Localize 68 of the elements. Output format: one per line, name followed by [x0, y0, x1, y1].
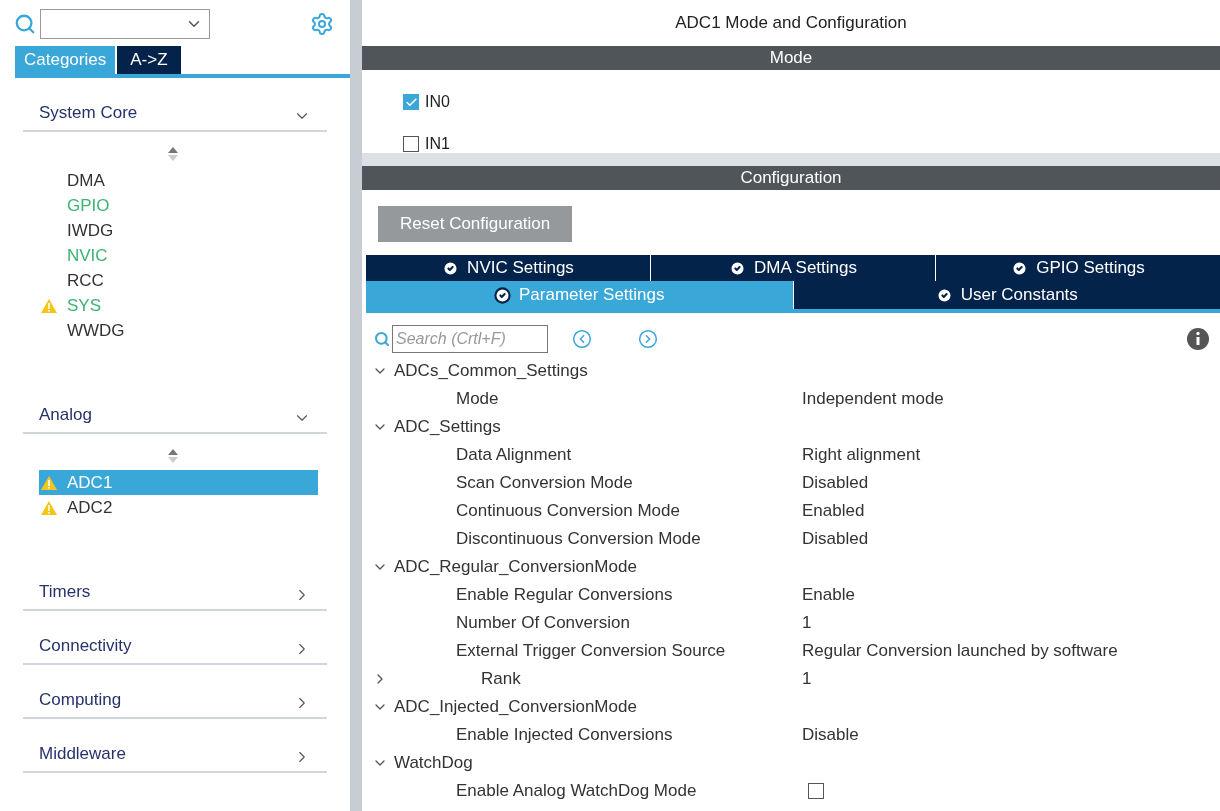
info-icon[interactable]	[1186, 327, 1210, 351]
warning-icon	[40, 499, 58, 516]
checkbox[interactable]	[403, 136, 419, 152]
settings-tab[interactable]: User Constants	[793, 281, 1220, 309]
parameter-name: Number Of Conversion	[456, 612, 631, 635]
check-circle-icon	[494, 286, 511, 304]
parameter-name: Scan Conversion Mode	[456, 472, 634, 495]
category-label[interactable]: Middleware	[39, 740, 126, 766]
group-label: WatchDog	[394, 752, 473, 775]
section-header: Mode	[362, 46, 1220, 70]
parameter-value[interactable]: Right alignment	[802, 442, 921, 468]
parameter-name: Mode	[456, 388, 500, 411]
previous-icon[interactable]	[572, 329, 592, 349]
settings-tab[interactable]: GPIO Settings	[936, 255, 1220, 281]
category-label[interactable]: Computing	[39, 686, 122, 712]
category-label[interactable]: Connectivity	[39, 632, 132, 658]
parameter-name: Enable Analog WatchDog Mode	[456, 780, 698, 803]
settings-icon[interactable]	[310, 12, 334, 36]
scroll-arrows-icon[interactable]	[167, 146, 179, 162]
search-dropdown[interactable]	[40, 9, 210, 39]
settings-tab[interactable]: NVIC Settings	[366, 255, 650, 281]
parameter-name: Data Alignment	[456, 444, 573, 467]
parameter-value[interactable]: Regular Conversion launched by software	[802, 638, 1118, 664]
settings-tab[interactable]: DMA Settings	[651, 255, 935, 281]
parameter-name: External Trigger Conversion Source	[456, 640, 727, 663]
parameter-value[interactable]: Disabled	[802, 526, 869, 552]
checkbox[interactable]	[403, 94, 419, 110]
check-circle-icon	[935, 286, 953, 304]
group-label: ADCs_Common_Settings	[394, 360, 588, 383]
search-icon	[14, 13, 36, 35]
panel-title: ADC1 Mode and Configuration	[674, 12, 908, 35]
search-field[interactable]: Search (Crtl+F)	[392, 325, 548, 353]
check-circle-icon	[729, 259, 746, 277]
parameter-value[interactable]: Independent mode	[802, 386, 944, 412]
parameter-name: Enable Injected Conversions	[456, 724, 674, 747]
checkbox-label: IN1	[425, 134, 450, 154]
category-label[interactable]: Timers	[39, 578, 91, 604]
sidebar-item[interactable]: WWDG	[39, 318, 318, 343]
category-label[interactable]: Analog	[39, 401, 92, 427]
parameter-name: Enable Regular Conversions	[456, 584, 674, 607]
parameter-value[interactable]: Disable	[802, 722, 859, 748]
section-header: Configuration	[362, 166, 1220, 190]
parameter-value[interactable]: 1	[802, 666, 812, 692]
parameter-name: Discontinuous Conversion Mode	[456, 528, 702, 551]
group-label: ADC_Settings	[394, 416, 501, 439]
parameter-value[interactable]: Disabled	[802, 470, 869, 496]
sidebar-item[interactable]: RCC	[39, 268, 318, 293]
parameter-name: Rank	[480, 668, 522, 691]
sidebar-item[interactable]: ADC2	[39, 495, 318, 520]
warning-icon	[40, 474, 58, 491]
check-circle-icon	[442, 259, 460, 277]
parameter-value[interactable]: Enable	[802, 582, 855, 608]
search-icon	[374, 331, 390, 347]
parameter-value[interactable]: Enabled	[802, 498, 865, 524]
scroll-arrows-icon[interactable]	[167, 448, 179, 464]
parameter-value[interactable]: 1	[802, 610, 812, 636]
sidebar-tab[interactable]: A->Z	[117, 46, 181, 74]
checkbox[interactable]	[808, 783, 824, 799]
group-label: ADC_Regular_ConversionMode	[394, 556, 637, 579]
sidebar-item[interactable]: DMA	[39, 168, 318, 193]
next-icon[interactable]	[638, 329, 658, 349]
check-circle-icon	[1011, 259, 1029, 277]
group-label: ADC_Injected_ConversionMode	[394, 696, 637, 719]
sidebar-item[interactable]: IWDG	[39, 218, 318, 243]
checkbox-label: IN0	[425, 92, 450, 112]
parameter-name: Continuous Conversion Mode	[456, 500, 681, 523]
category-label[interactable]: System Core	[39, 99, 138, 125]
warning-icon	[40, 297, 58, 314]
